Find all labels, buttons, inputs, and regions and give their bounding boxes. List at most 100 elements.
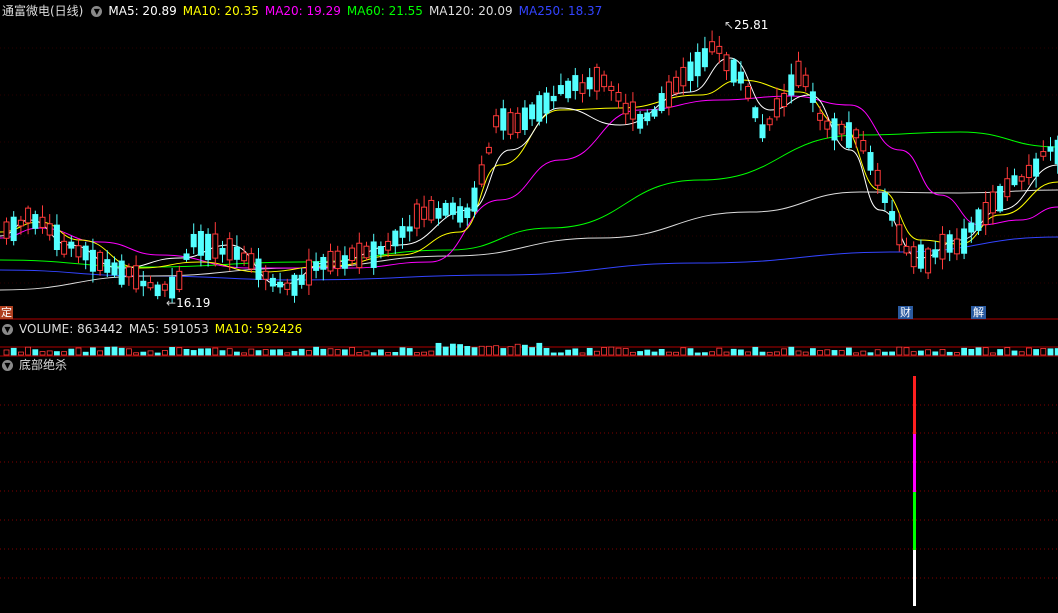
volume-bar [291,350,298,356]
volume-bar [687,348,694,356]
volume-bar [133,352,140,356]
candle-body [673,76,680,94]
volume-bar [579,352,586,356]
candle-body [651,109,658,117]
candle-body [183,253,190,260]
candle-body [320,256,327,270]
volume-bar [54,351,60,356]
low-price-label: ←16.19 [166,296,211,310]
candle-body [17,219,24,227]
volume-bar [428,350,435,356]
candle-body [637,113,644,129]
candle-body [802,74,809,88]
candle-body [291,274,298,296]
volume-bar [658,348,665,356]
candle-body [716,45,723,54]
candle-body [867,152,874,171]
volume-bar [147,350,154,356]
marker-jie[interactable]: 解 [971,306,986,319]
volume-bar [968,348,975,356]
volume-bar [601,347,607,356]
high-price-label: ↖25.81 [724,18,769,32]
candle-body [334,250,341,270]
volume-bar [543,348,550,356]
indicator-title: 底部绝杀 [19,358,68,372]
candle-body [536,95,543,122]
volume-bar [262,349,269,356]
volume-bar [104,346,111,356]
volume-bar [529,347,535,356]
candle-body [3,221,10,239]
volume-bar [68,348,75,356]
volume-bar [637,351,643,356]
volume-bar [341,349,348,356]
volume-bar [205,348,212,356]
volume-bar [197,348,204,356]
candle-body [421,206,428,220]
volume-bar [298,348,305,356]
volume-bar [831,350,838,356]
volume-bar [435,342,442,356]
volume-bar [723,351,730,356]
chevron-down-icon[interactable]: ▼ [2,359,13,371]
volume-panel-header: ▼ VOLUME: 863442 MA5: 591053 MA10: 59242… [0,320,308,338]
candle-body [212,233,219,259]
volume-bar [946,351,953,356]
volume-bar [478,345,485,356]
candle-body [233,246,240,260]
candle-body [709,41,716,53]
candle-body [133,265,140,290]
marker-ding[interactable]: 定 [0,306,13,319]
ma10-label: MA10: 20.35 [182,4,259,18]
volume-bar [457,344,464,356]
candle-body [622,102,629,115]
volume-bar [111,346,118,356]
candle-body [860,139,867,152]
volume-bar [277,349,284,356]
candle-body [593,66,600,92]
candle-body [255,258,262,280]
volume-bar [90,347,96,356]
candle-body [917,244,924,269]
candle-body [939,233,946,260]
candle-body [89,249,96,272]
candle-body [745,85,752,99]
volume-bar [903,347,910,356]
candle-body [817,112,824,121]
volume-bar [255,350,262,356]
candle-body [370,241,377,268]
candle-body [169,276,176,299]
volume-bar [46,350,53,356]
volume-bar [75,347,82,356]
candle-body [46,223,53,236]
candle-body [665,81,672,108]
candle-body [557,85,564,95]
volume-bar [925,349,931,356]
candle-body [795,60,802,87]
chevron-down-icon[interactable]: ▼ [91,5,103,17]
candle-body [781,92,788,108]
indicator-bar-magenta [913,434,916,492]
ma120-label: MA120: 20.09 [428,4,513,18]
volume-bar [781,348,787,356]
candle-body [1004,178,1011,198]
candle-body [205,233,212,261]
volume-bar [305,350,312,356]
volume-bar [140,351,147,356]
volume-bar [97,350,103,356]
volume-bar [377,349,384,356]
marker-cai[interactable]: 财 [898,306,913,319]
candle-body [161,283,168,291]
volume-label: VOLUME: 863442 [19,322,123,336]
candle-body [435,208,442,219]
volume-bar [212,347,219,356]
candle-body [349,247,356,262]
volume-bar [3,349,10,356]
candle-body [701,48,708,68]
volume-bar [622,348,629,356]
candle-body [125,266,132,278]
volume-bar [990,352,996,356]
volume-bar [666,351,672,356]
candle-body [1040,151,1047,157]
chevron-down-icon[interactable]: ▼ [2,323,13,335]
